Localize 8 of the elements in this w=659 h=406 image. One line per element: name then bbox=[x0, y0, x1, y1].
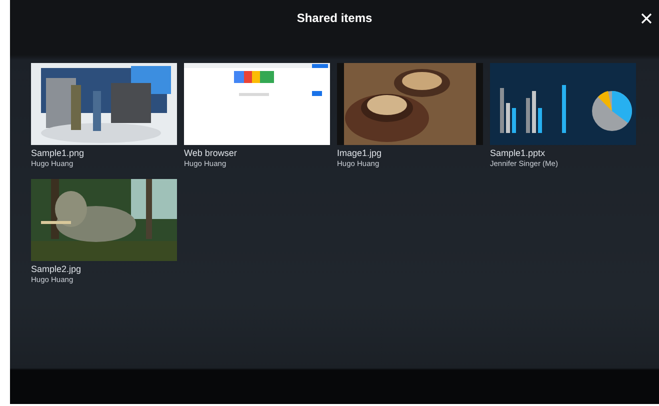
close-button[interactable] bbox=[639, 11, 654, 26]
file-name[interactable]: Sample2.jpg bbox=[31, 264, 177, 275]
dialog-title: Shared items bbox=[296, 10, 372, 27]
file-name[interactable]: Sample1.pptx bbox=[490, 148, 636, 159]
file-name[interactable]: Image1.jpg bbox=[337, 148, 483, 159]
close-icon bbox=[641, 13, 652, 24]
file-name[interactable]: Sample1.png bbox=[31, 148, 177, 159]
file-name[interactable]: Web browser bbox=[184, 148, 330, 159]
